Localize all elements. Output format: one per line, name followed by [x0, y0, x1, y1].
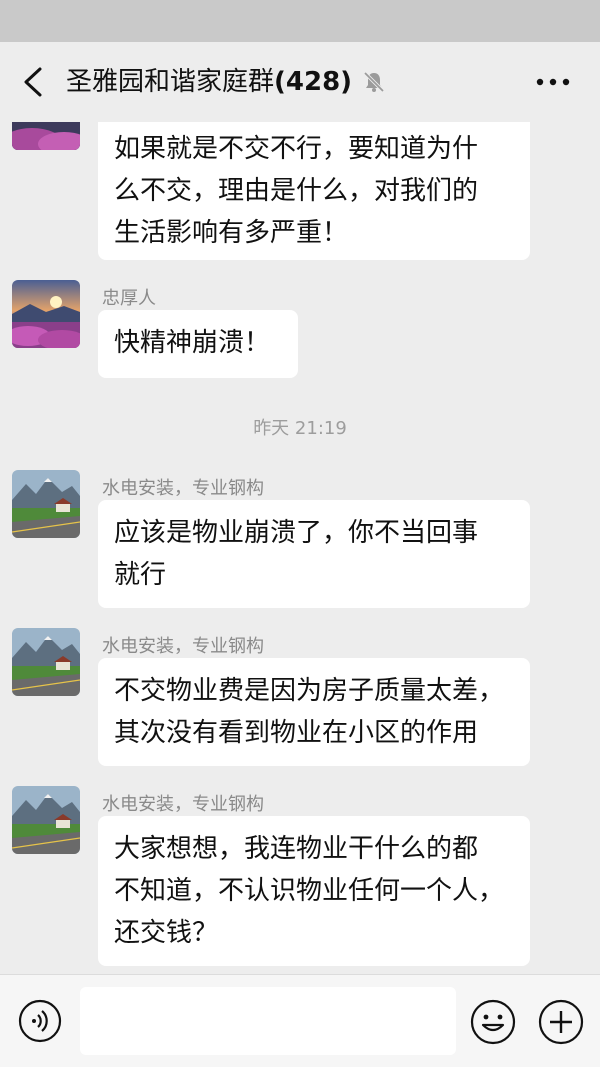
chat-input-bar	[0, 974, 600, 1067]
status-bar	[0, 0, 600, 42]
sender-name: 水电安装，专业钢构	[102, 478, 264, 499]
message-line: 如果就是不交不行，要知道为什	[114, 134, 479, 164]
sender-name: 水电安装，专业钢构	[102, 636, 264, 657]
message-line: 应该是物业崩溃了，你不当回事	[114, 518, 479, 548]
chat-title: 圣雅园和谐家庭群 (428)	[66, 64, 386, 100]
message-bubble[interactable]: 不交物业费是因为房子质量太差， 其次没有看到物业在小区的作用	[98, 658, 530, 766]
mountain-road-avatar[interactable]	[12, 628, 80, 696]
message-line: 不知道，不认识物业任何一个人，	[114, 876, 505, 906]
ellipsis-icon[interactable]	[536, 78, 570, 86]
message-line: 大家想想，我连物业干什么的都	[114, 834, 479, 864]
plus-icon[interactable]	[538, 999, 584, 1045]
message-bubble[interactable]: 快精神崩溃！	[98, 310, 298, 378]
mountain-road-avatar[interactable]	[12, 786, 80, 854]
timestamp-divider: 昨天 21:19	[253, 418, 347, 439]
flower-field-sunset-avatar[interactable]	[12, 122, 80, 150]
bell-mute-icon	[363, 71, 385, 93]
sender-name: 忠厚人	[102, 288, 156, 309]
message-line: 快精神崩溃！	[114, 328, 271, 358]
message-line: 不交物业费是因为房子质量太差，	[114, 676, 505, 706]
message-line: 么不交，理由是什么，对我们的	[114, 176, 479, 206]
flower-field-sunset-avatar[interactable]	[12, 280, 80, 348]
member-count: (428)	[274, 67, 353, 97]
message-bubble[interactable]: 大家想想，我连物业干什么的都 不知道，不认识物业任何一个人， 还交钱？	[98, 816, 530, 966]
message-line: 还交钱？	[114, 918, 219, 948]
sender-name: 水电安装，专业钢构	[102, 794, 264, 815]
chevron-left-icon[interactable]	[20, 66, 48, 98]
chat-header: 圣雅园和谐家庭群 (428)	[0, 42, 600, 122]
message-bubble[interactable]: 如果就是不交不行，要知道为什 么不交，理由是什么，对我们的 生活影响有多严重！	[98, 122, 530, 260]
message-bubble[interactable]: 应该是物业崩溃了，你不当回事 就行	[98, 500, 530, 608]
emoji-icon[interactable]	[470, 999, 516, 1045]
message-list[interactable]: 如果就是不交不行，要知道为什 么不交，理由是什么，对我们的 生活影响有多严重！	[0, 122, 600, 974]
message-input[interactable]	[80, 987, 456, 1055]
group-name: 圣雅园和谐家庭群	[66, 67, 275, 97]
message-line: 生活影响有多严重！	[114, 218, 349, 248]
voice-icon[interactable]	[18, 999, 62, 1043]
mountain-road-avatar[interactable]	[12, 470, 80, 538]
message-line: 就行	[114, 560, 167, 590]
message-line: 其次没有看到物业在小区的作用	[114, 718, 479, 748]
